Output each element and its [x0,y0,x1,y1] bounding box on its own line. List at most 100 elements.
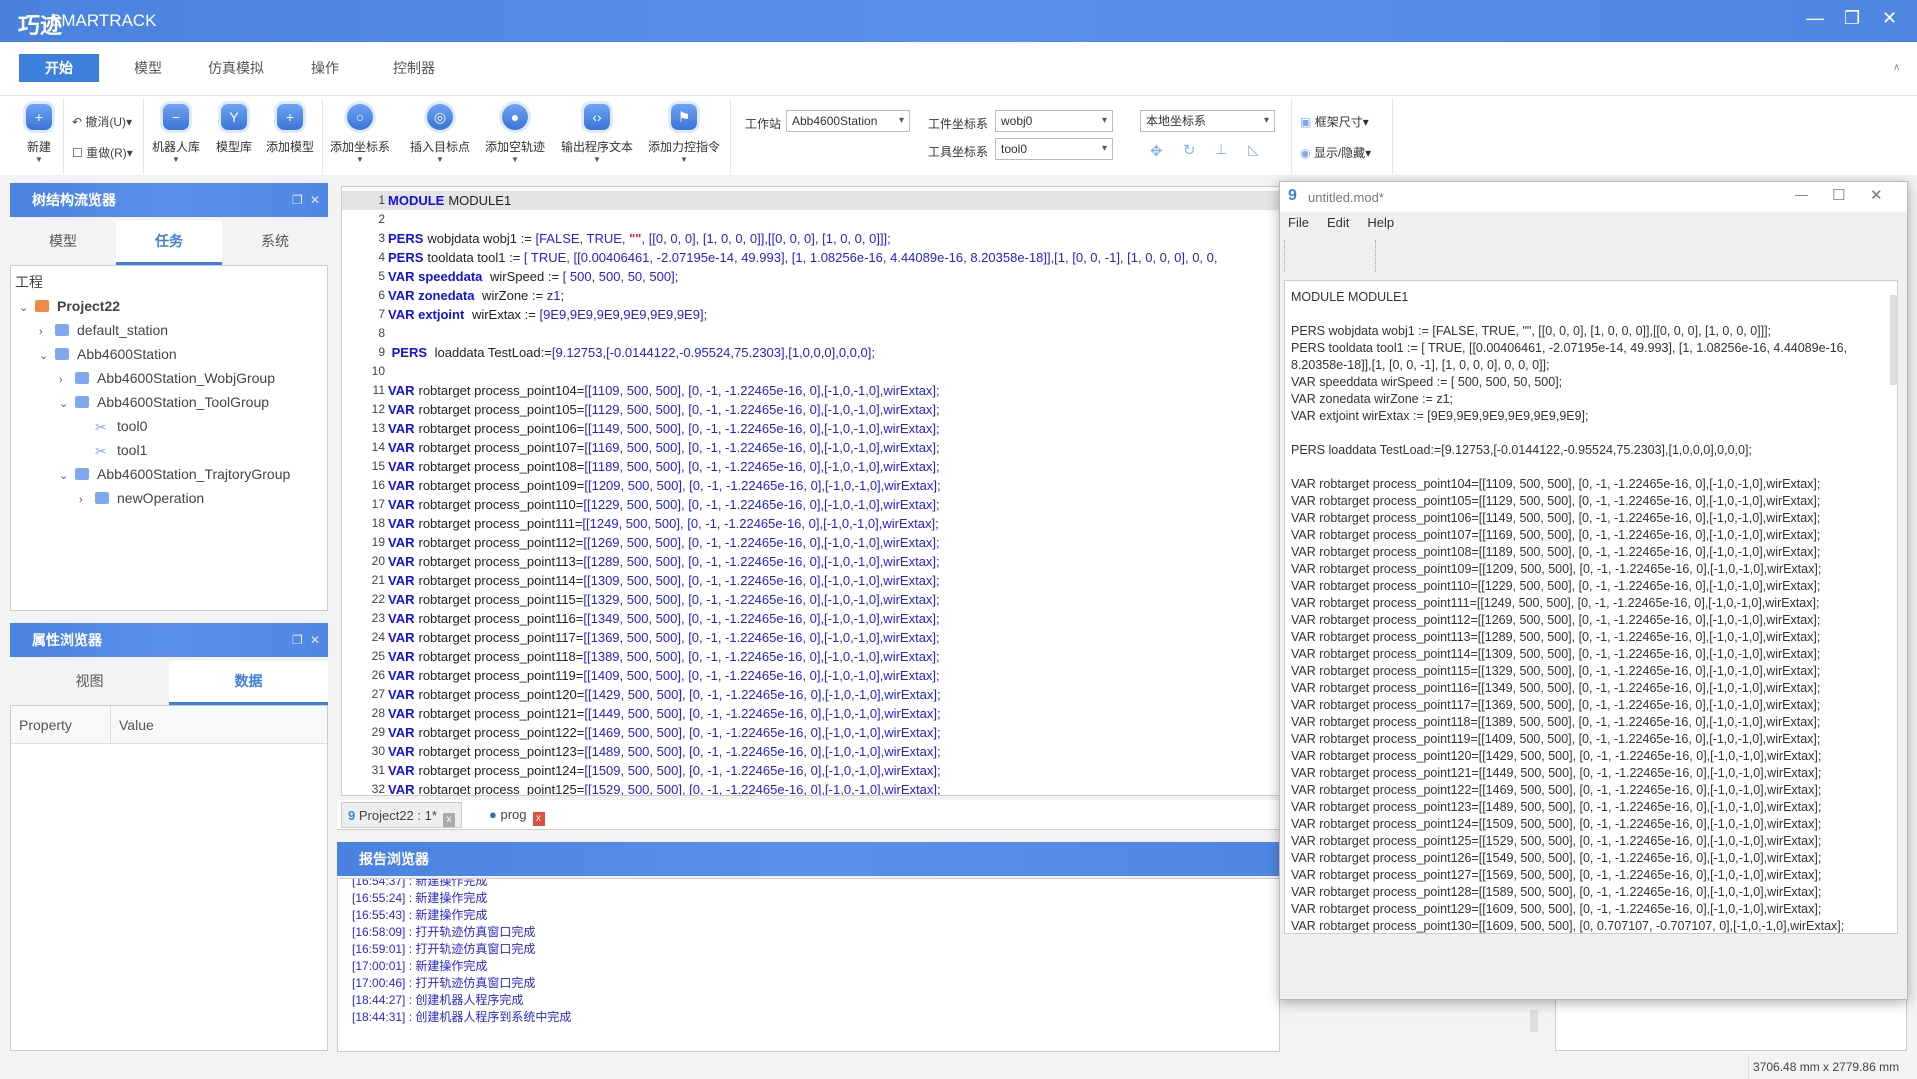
minimize-button[interactable]: — [1795,187,1808,202]
wobj-select[interactable]: wobj0 [995,110,1113,132]
property-browser-header: 属性浏览器 ❐ ✕ [10,623,328,657]
mod-line: VAR robtarget process_point124=[[1509, 5… [1291,817,1822,831]
angle-icon[interactable]: ◺ [1248,141,1259,158]
property-tab-data[interactable]: 数据 [169,661,328,705]
rotate-icon[interactable]: ↻ [1183,141,1196,159]
float-icon[interactable]: ❐ [292,623,303,657]
tab-start[interactable]: 开始 [19,54,99,82]
code-value: [[1349, 500, 500], [0, -1, -1.22465e-16,… [583,611,940,626]
menu-edit[interactable]: Edit [1327,212,1349,234]
tree-item[interactable]: ⌄ Abb4600Station_TrajtoryGroup [11,462,327,486]
maximize-button[interactable]: ☐ [1832,186,1845,204]
code-declaration: robtarget process_point115= [418,592,584,607]
measure-icon[interactable]: ⊥ [1215,141,1227,158]
tab-simulation[interactable]: 仿真模拟 [196,54,276,82]
mod-line: VAR extjoint wirExtax := [9E9,9E9,9E9,9E… [1291,409,1589,423]
code-value: [[1229, 500, 500], [0, -1, -1.22465e-16,… [583,497,940,512]
code-declaration: robtarget process_point124= [418,763,585,778]
close-tab-icon[interactable]: x [532,812,545,826]
code-value: [FALSE, TRUE, "", [[0, 0, 0], [1, 0, 0, … [535,231,891,246]
restore-button[interactable]: ❐ [1844,8,1860,29]
tab-controller[interactable]: 控制器 [374,54,454,82]
robot-library-button[interactable]: − 机器人库 ▼ [152,104,200,164]
code-keyword: VAR [388,497,415,512]
tree-tab-model[interactable]: 模型 [10,221,116,265]
code-value: z1; [546,288,565,303]
code-line: 10 [342,362,1280,381]
chevron-icon[interactable]: ⌄ [59,464,75,488]
collapse-ribbon-icon[interactable]: ∧ [1893,62,1900,73]
undo-button[interactable]: ↶ 撤消(U)▾ [72,113,132,130]
code-declaration: robtarget process_point123= [418,744,585,759]
column-property: Property [11,706,111,743]
tree-tab-system[interactable]: 系统 [222,221,328,265]
chevron-icon[interactable]: › [79,488,95,512]
doc-tab-prog[interactable]: ● prog x [483,802,551,828]
report-scrollbar[interactable] [1530,1010,1538,1032]
ribbon: + 新建 ▼ ↶ 撤消(U)▾ ☐ 重做(R)▾ − 机器人库 ▼ Y 模型库 + 添加模型… [0,95,1917,175]
tree-item[interactable]: ⌄ Project22 [11,294,327,318]
new-button[interactable]: + 新建 ▼ [26,104,52,164]
code-value: [[1389, 500, 500], [0, -1, -1.22465e-16,… [583,649,940,664]
code-value: [ 500, 500, 50, 500]; [562,269,679,284]
add-model-button[interactable]: + 添加模型 [266,104,314,155]
tree-root-label: 工程 [15,274,43,290]
close-button[interactable]: ✕ [1882,8,1897,29]
code-value: [[1329, 500, 500], [0, -1, -1.22465e-16,… [583,592,940,607]
doc-tab-project[interactable]: 9 Project22 : 1* x [341,802,462,828]
add-empty-path-button[interactable]: ● 添加空轨迹 ▼ [485,104,545,164]
code-declaration: wobjdata wobj1 := [427,231,536,246]
tree-item[interactable]: ✂ tool1 [11,438,327,462]
chevron-icon[interactable]: ⌄ [19,296,35,320]
tab-operation[interactable]: 操作 [285,54,365,82]
frame-size-button[interactable]: ▣ 框架尺寸▾ [1300,113,1369,130]
property-tab-view[interactable]: 视图 [10,661,169,705]
tree-item[interactable]: › default_station [11,318,327,342]
tree-item[interactable]: › Abb4600Station_WobjGroup [11,366,327,390]
chevron-icon[interactable]: › [39,320,55,344]
minimize-button[interactable]: — [1806,8,1824,29]
code-line: 5 VAR speeddata wirSpeed := [ 500, 500, … [342,267,1280,286]
code-declaration: wirExtax := [468,307,540,322]
app-name: SMARTRACK [50,11,157,30]
code-declaration: tooldata tool1 := [427,250,524,265]
float-icon[interactable]: ❐ [292,183,303,217]
tree-item[interactable]: ⌄ Abb4600Station_ToolGroup [11,390,327,414]
frame-icon: ○ [347,104,373,130]
tree-item[interactable]: ⌄ Abb4600Station [11,342,327,366]
move-icon[interactable]: ✥ [1150,142,1163,160]
add-frame-button[interactable]: ○ 添加坐标系 ▼ [330,104,390,164]
menu-file[interactable]: File [1288,212,1309,234]
chevron-icon[interactable]: › [59,368,75,392]
model-library-button[interactable]: Y 模型库 [216,104,252,155]
workstation-select[interactable]: Abb4600Station [786,110,910,132]
insert-target-button[interactable]: ◎ 插入目标点 ▼ [410,104,470,164]
tree-tab-task[interactable]: 任务 [116,221,222,265]
redo-button[interactable]: ☐ 重做(R)▾ [72,144,133,161]
mod-line: VAR robtarget process_point113=[[1289, 5… [1291,630,1821,644]
add-force-command-button[interactable]: ⚑ 添加力控指令 ▼ [648,104,720,164]
close-button[interactable]: ✕ [1870,186,1883,204]
tool-select[interactable]: tool0 [995,138,1113,160]
chevron-icon[interactable]: ⌄ [39,344,55,368]
tree-item-label: Abb4600Station_TrajtoryGroup [97,466,291,482]
show-hide-button[interactable]: ◉ 显示/隐藏▾ [1300,144,1371,161]
close-panel-icon[interactable]: ✕ [310,183,320,217]
export-program-button[interactable]: ‹› 输出程序文本 ▼ [561,104,633,164]
close-panel-icon[interactable]: ✕ [310,623,320,657]
close-tab-icon[interactable]: x [442,813,455,827]
flag-icon: ⚑ [671,104,697,130]
menu-help[interactable]: Help [1367,212,1394,234]
title-bar: 巧迹 SMARTRACK — ❐ ✕ [0,0,1917,42]
tree-item[interactable]: › newOperation [11,486,327,510]
tree-item[interactable]: ✂ tool0 [11,414,327,438]
code-editor[interactable]: 1 MODULE MODULE1 2 3 PERS wobjdata wobj1 :=… [341,186,1281,796]
coordinate-select[interactable]: 本地坐标系 [1140,110,1275,132]
code-declaration: wirSpeed := [486,269,563,284]
tab-model[interactable]: 模型 [108,54,188,82]
mod-scrollbar[interactable] [1890,295,1898,385]
mod-line [1291,306,1891,323]
new-file-icon: + [26,104,52,130]
mod-text-area[interactable]: MODULE MODULE1 PERS wobjdata wobj1 := [FA… [1284,280,1898,934]
chevron-icon[interactable]: ⌄ [59,392,75,416]
